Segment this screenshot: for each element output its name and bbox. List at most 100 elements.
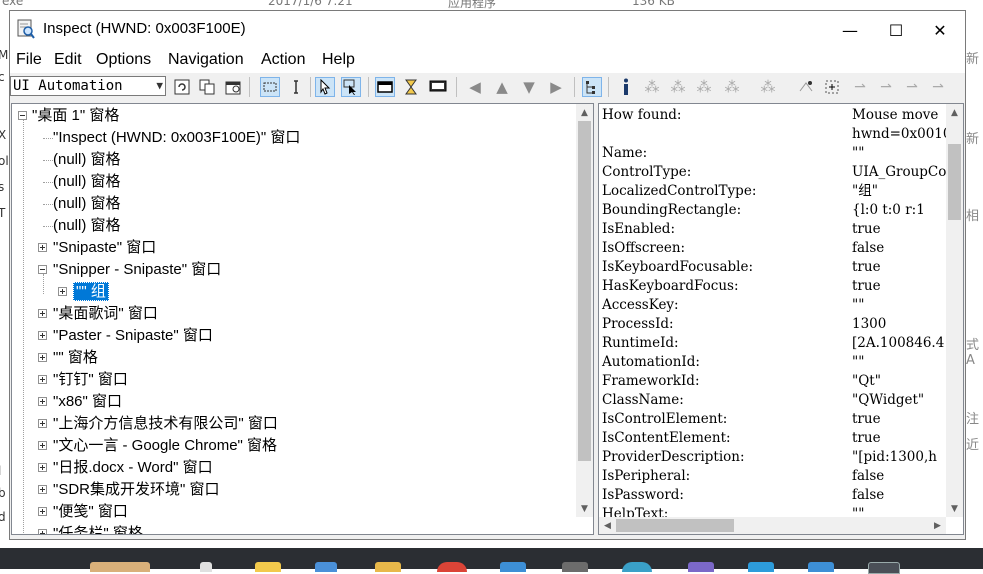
property-row[interactable]: ProviderDescription: "[pid:1300,h	[599, 448, 944, 467]
arrow-down-icon[interactable]: ▼	[519, 77, 539, 97]
property-row[interactable]: ControlType: UIA_GroupCon	[599, 163, 955, 182]
taskbar-app-icon[interactable]	[437, 562, 467, 572]
element-tree[interactable]: "桌面 1" 窗格 "Inspect (HWND: 0x003F100E)" 窗口…	[11, 103, 594, 535]
watch-icon[interactable]	[796, 77, 816, 97]
title-bar[interactable]: Inspect (HWND: 0x003F100E) — ☐ ✕	[10, 11, 965, 49]
scroll-down-icon[interactable]: ▼	[946, 500, 963, 517]
taskbar-app-icon[interactable]	[255, 562, 281, 572]
expand-icon[interactable]	[38, 397, 47, 406]
menu-action[interactable]: Action	[261, 51, 305, 69]
taskbar-app-icon[interactable]	[200, 562, 212, 572]
expand-icon[interactable]	[38, 529, 47, 534]
expand-icon[interactable]	[38, 243, 47, 252]
scroll-down-icon[interactable]: ▼	[576, 500, 593, 517]
expand-icon[interactable]	[38, 463, 47, 472]
tree-item[interactable]: "任务栏" 窗格	[53, 523, 143, 534]
options-icon[interactable]	[223, 77, 243, 97]
properties-pane[interactable]: How found: Mouse move hwnd=0x001000 Name: ""…	[598, 103, 964, 535]
taskbar-app-icon[interactable]	[500, 562, 526, 572]
taskbar-app-icon[interactable]	[808, 562, 834, 572]
cursor-icon[interactable]	[315, 77, 335, 97]
info-icon[interactable]	[616, 77, 636, 97]
collapse-icon[interactable]	[38, 265, 47, 274]
tree-item[interactable]: "Snipaste" 窗口	[53, 237, 156, 259]
property-row[interactable]: AccessKey: ""	[599, 296, 944, 315]
property-row[interactable]: How found: Mouse move	[599, 106, 944, 125]
window-icon[interactable]	[375, 77, 395, 97]
tree-item[interactable]: (null) 窗格	[53, 215, 121, 237]
tree-item[interactable]: "钉钉" 窗口	[53, 369, 128, 391]
tree-item[interactable]: "便笺" 窗口	[53, 501, 128, 523]
highlight-rect-icon[interactable]	[260, 77, 280, 97]
props-horizontal-scrollbar[interactable]: ◀ ▶	[599, 517, 946, 534]
property-row[interactable]: IsPeripheral: false	[599, 467, 944, 486]
menu-options[interactable]: Options	[96, 51, 151, 69]
taskbar-app-icon[interactable]	[868, 562, 900, 574]
tree-vertical-scrollbar[interactable]: ▲ ▼	[576, 104, 593, 517]
property-row[interactable]: BoundingRectangle: {l:0 t:0 r:1	[599, 201, 944, 220]
property-row[interactable]: HasKeyboardFocus: true	[599, 277, 944, 296]
property-row[interactable]: FrameworkId: "Qt"	[599, 372, 944, 391]
tree-item[interactable]: "" 组	[73, 281, 109, 303]
tree-item[interactable]: (null) 窗格	[53, 193, 121, 215]
property-row[interactable]: IsOffscreen: false	[599, 239, 944, 258]
taskbar-app-icon[interactable]	[748, 562, 774, 572]
tree-nav-icon[interactable]: ⇀	[902, 77, 922, 97]
collapse-icon[interactable]	[18, 111, 27, 120]
menu-edit[interactable]: Edit	[54, 51, 82, 69]
tree-item[interactable]: "桌面歌词" 窗口	[53, 303, 158, 325]
expand-icon[interactable]	[38, 353, 47, 362]
tree-item[interactable]: "Paster - Snipaste" 窗口	[53, 325, 213, 347]
property-row[interactable]: IsKeyboardFocusable: true	[599, 258, 944, 277]
tree-nav-icon[interactable]: ⇀	[850, 77, 870, 97]
close-button[interactable]: ✕	[917, 11, 963, 49]
property-row[interactable]: IsPassword: false	[599, 486, 944, 505]
caret-icon[interactable]	[286, 77, 306, 97]
property-row[interactable]: IsControlElement: true	[599, 410, 944, 429]
tree-item[interactable]: (null) 窗格	[53, 171, 121, 193]
tree-nav-icon[interactable]: ⇀	[928, 77, 948, 97]
tree-nav-icon[interactable]: ⁂	[722, 77, 742, 97]
tree-item[interactable]: "" 窗格	[53, 347, 98, 369]
scroll-thumb[interactable]	[578, 121, 591, 461]
menu-file[interactable]: File	[16, 51, 42, 69]
focus-tracking-icon[interactable]	[341, 77, 361, 97]
arrow-left-icon[interactable]: ◀	[465, 77, 485, 97]
expand-icon[interactable]	[38, 419, 47, 428]
property-row[interactable]: ProcessId: 1300	[599, 315, 944, 334]
property-row[interactable]: AutomationId: ""	[599, 353, 944, 372]
taskbar-app-icon[interactable]	[688, 562, 714, 572]
hourglass-icon[interactable]	[401, 77, 421, 97]
property-row[interactable]: LocalizedControlType: "组"	[599, 182, 944, 201]
expand-icon[interactable]	[38, 507, 47, 516]
copy-icon[interactable]	[197, 77, 217, 97]
tree-view-icon[interactable]	[582, 77, 602, 97]
minimize-button[interactable]: —	[827, 11, 873, 49]
tree-item[interactable]: "x86" 窗口	[53, 391, 122, 413]
tree-item[interactable]: "日报.docx - Word" 窗口	[53, 457, 213, 479]
scroll-right-icon[interactable]: ▶	[929, 517, 946, 534]
refresh-icon[interactable]	[172, 77, 192, 97]
property-row[interactable]: hwnd=0x001000	[599, 125, 963, 144]
taskbar-app-icon[interactable]	[375, 562, 401, 572]
menu-navigation[interactable]: Navigation	[168, 51, 244, 69]
scroll-thumb[interactable]	[616, 519, 734, 532]
tree-item[interactable]: "文心一言 - Google Chrome" 窗格	[53, 435, 277, 457]
monitor-icon[interactable]	[428, 77, 448, 97]
property-row[interactable]: IsContentElement: true	[599, 429, 944, 448]
tree-nav-icon[interactable]: ⇀	[876, 77, 896, 97]
tree-nav-icon[interactable]: ⁂	[758, 77, 778, 97]
tree-item[interactable]: "Inspect (HWND: 0x003F100E)" 窗口	[53, 127, 300, 149]
expand-icon[interactable]	[822, 77, 842, 97]
arrow-up-icon[interactable]: ▲	[492, 77, 512, 97]
taskbar-app-icon[interactable]	[562, 562, 588, 572]
property-row[interactable]: IsEnabled: true	[599, 220, 944, 239]
maximize-button[interactable]: ☐	[873, 11, 919, 49]
scroll-thumb[interactable]	[948, 144, 961, 220]
expand-icon[interactable]	[38, 441, 47, 450]
tree-item[interactable]: "桌面 1" 窗格	[32, 105, 119, 127]
tree-nav-icon[interactable]: ⁂	[642, 77, 662, 97]
scroll-up-icon[interactable]: ▲	[946, 104, 963, 121]
tree-item[interactable]: "Snipper - Snipaste" 窗口	[53, 259, 221, 281]
menu-help[interactable]: Help	[322, 51, 355, 69]
